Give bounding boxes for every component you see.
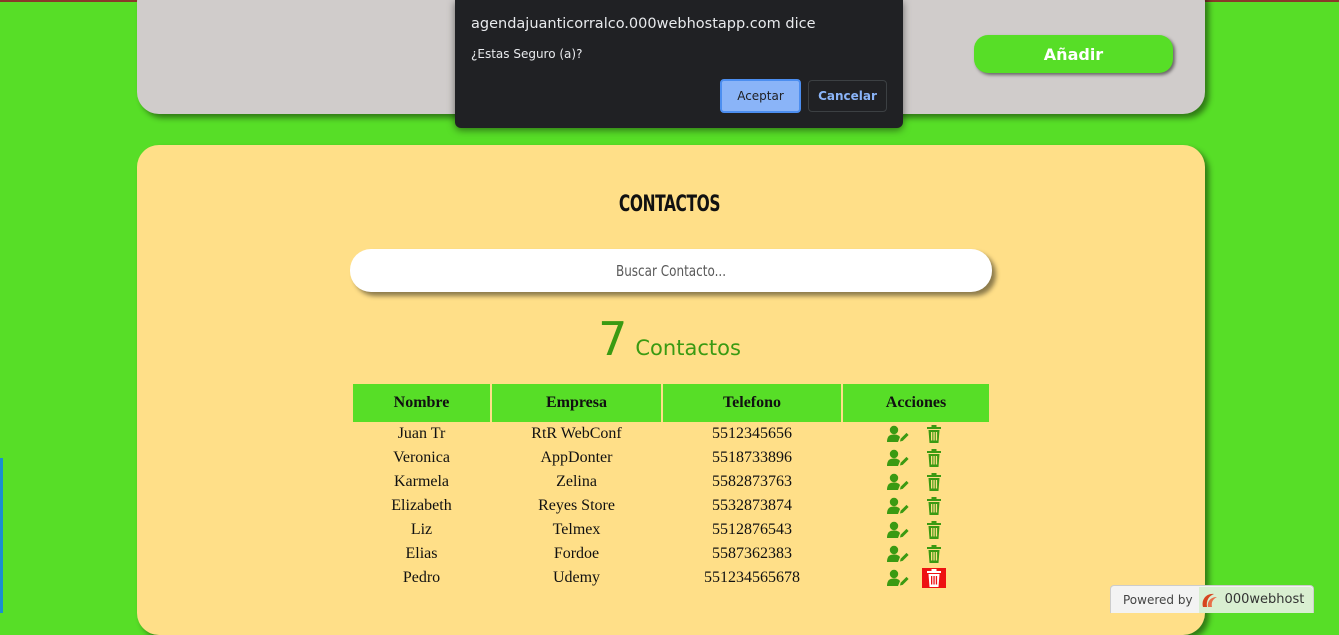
row-actions <box>843 496 989 516</box>
cell-telefono: 5512345656 <box>712 425 792 442</box>
row-actions <box>843 472 989 492</box>
user-edit-icon[interactable] <box>886 544 910 564</box>
add-button[interactable]: Añadir <box>974 35 1173 73</box>
cell-nombre: Elias <box>405 545 438 562</box>
contacts-table-body: Juan Tr RtR WebConf 5512345656 Veronica AppD… <box>353 422 989 590</box>
cell-nombre: Liz <box>410 521 433 538</box>
cell-acciones <box>843 542 989 566</box>
column-header-telefono: Telefono <box>663 384 841 422</box>
cell-acciones <box>843 470 989 494</box>
user-edit-icon[interactable] <box>886 424 910 444</box>
cell-acciones <box>843 422 989 446</box>
table-row: Pedro Udemy 551234565678 <box>353 566 989 590</box>
row-actions <box>843 544 989 564</box>
powered-by-badge[interactable]: Powered by 000webhost <box>1110 585 1314 613</box>
webhost-logo-icon <box>1202 593 1217 607</box>
search-input[interactable] <box>429 260 913 281</box>
row-actions <box>843 424 989 444</box>
accept-button[interactable]: Aceptar <box>720 79 801 113</box>
table-row: Elizabeth Reyes Store 5532873874 <box>353 494 989 518</box>
trash-icon[interactable] <box>922 448 946 468</box>
cell-nombre: Elizabeth <box>391 497 452 514</box>
cell-acciones <box>843 566 989 590</box>
user-edit-icon[interactable] <box>886 496 910 516</box>
cell-acciones <box>843 518 989 542</box>
user-edit-icon[interactable] <box>886 448 910 468</box>
confirm-dialog: agendajuanticorralco.000webhostapp.com d… <box>455 0 903 128</box>
column-header-empresa: Empresa <box>492 384 661 422</box>
contacts-count-label: Contactos <box>635 336 741 360</box>
column-header-acciones: Acciones <box>843 384 989 422</box>
cell-telefono: 5587362383 <box>712 545 792 562</box>
cell-telefono: 5532873874 <box>712 497 792 514</box>
cell-telefono: 5582873763 <box>712 473 792 490</box>
contacts-count-number: 7 <box>598 312 628 366</box>
contacts-title: CONTACTOS <box>618 192 721 217</box>
cell-empresa: Udemy <box>552 569 601 586</box>
cancel-button[interactable]: Cancelar <box>808 80 887 112</box>
cell-nombre: Juan Tr <box>397 425 446 442</box>
left-edge-strip <box>0 458 3 613</box>
cell-acciones <box>843 494 989 518</box>
user-edit-icon[interactable] <box>886 472 910 492</box>
row-actions <box>843 568 989 588</box>
table-row: Liz Telmex 5512876543 <box>353 518 989 542</box>
contacts-count: 7 Contactos <box>0 312 1339 366</box>
search-box[interactable] <box>350 249 992 292</box>
row-actions <box>843 520 989 540</box>
cell-empresa: Fordoe <box>553 545 600 562</box>
trash-icon[interactable] <box>922 544 946 564</box>
powered-brand-name: 000webhost <box>1224 592 1305 607</box>
row-actions <box>843 448 989 468</box>
dialog-message: ¿Estas Seguro (a)? <box>471 47 583 61</box>
user-edit-icon[interactable] <box>886 568 910 588</box>
user-edit-icon[interactable] <box>886 520 910 540</box>
trash-icon[interactable] <box>922 496 946 516</box>
cell-telefono: 5518733896 <box>712 449 792 466</box>
cell-acciones <box>843 446 989 470</box>
table-row: Juan Tr RtR WebConf 5512345656 <box>353 422 989 446</box>
table-row: Karmela Zelina 5582873763 <box>353 470 989 494</box>
trash-icon[interactable] <box>922 472 946 492</box>
table-row: Elias Fordoe 5587362383 <box>353 542 989 566</box>
cell-empresa: RtR WebConf <box>531 425 622 442</box>
column-header-nombre: Nombre <box>353 384 490 422</box>
cell-telefono: 5512876543 <box>712 521 792 538</box>
cell-empresa: Zelina <box>556 473 597 490</box>
contacts-table: Nombre Empresa Telefono Acciones Juan Tr… <box>351 384 991 590</box>
cell-empresa: AppDonter <box>540 449 613 466</box>
powered-by-label: Powered by <box>1123 592 1193 607</box>
powered-brand: 000webhost <box>1198 586 1313 613</box>
cell-empresa: Reyes Store <box>538 497 615 514</box>
trash-icon[interactable] <box>922 568 946 588</box>
cell-empresa: Telmex <box>552 521 601 538</box>
dialog-title: agendajuanticorralco.000webhostapp.com d… <box>471 16 816 32</box>
table-row: Veronica AppDonter 5518733896 <box>353 446 989 470</box>
trash-icon[interactable] <box>922 520 946 540</box>
trash-icon[interactable] <box>922 424 946 444</box>
cell-nombre: Veronica <box>393 449 450 466</box>
cell-nombre: Karmela <box>393 473 450 490</box>
cell-telefono: 551234565678 <box>704 569 800 586</box>
table-header-row: Nombre Empresa Telefono Acciones <box>353 384 989 422</box>
cell-nombre: Pedro <box>402 569 441 586</box>
